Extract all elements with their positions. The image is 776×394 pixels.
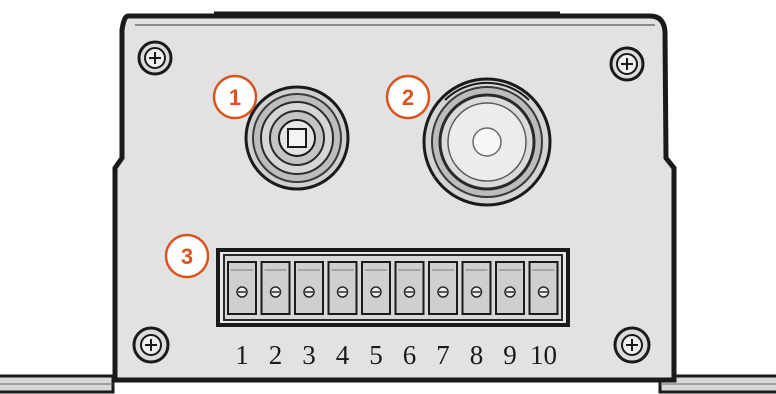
screw-top-left bbox=[137, 40, 173, 76]
device-front-panel-diagram: 1 2 3 4 5 6 7 8 9 10 1 2 3 bbox=[0, 11, 776, 394]
terminal-label-6: 6 bbox=[403, 340, 417, 370]
callout-1-label: 1 bbox=[229, 85, 241, 110]
terminal-3 bbox=[294, 261, 324, 315]
terminal-label-3: 3 bbox=[302, 340, 316, 370]
terminal-block bbox=[216, 248, 570, 327]
screw-top-right bbox=[609, 46, 645, 82]
callout-2-label: 2 bbox=[402, 85, 414, 110]
terminal-1 bbox=[227, 261, 257, 315]
terminal-label-5: 5 bbox=[369, 340, 383, 370]
terminal-label-8: 8 bbox=[470, 340, 484, 370]
bnc-connector bbox=[422, 77, 552, 207]
terminal-9 bbox=[495, 261, 525, 315]
screw-bottom-left bbox=[132, 326, 170, 364]
terminal-4 bbox=[327, 261, 358, 315]
terminal-8 bbox=[461, 261, 492, 315]
terminal-5 bbox=[361, 261, 391, 315]
callout-1: 1 bbox=[212, 74, 258, 120]
terminal-7 bbox=[428, 261, 458, 315]
callout-3-label: 3 bbox=[181, 244, 193, 269]
terminal-6 bbox=[394, 261, 425, 315]
terminal-label-2: 2 bbox=[269, 340, 283, 370]
terminal-label-7: 7 bbox=[436, 340, 450, 370]
round-jack-connector bbox=[244, 85, 350, 191]
terminal-label-4: 4 bbox=[336, 340, 350, 370]
terminal-label-1: 1 bbox=[235, 340, 249, 370]
terminal-label-10: 10 bbox=[530, 340, 557, 370]
callout-2: 2 bbox=[385, 74, 431, 120]
terminal-10 bbox=[528, 261, 559, 315]
screw-bottom-right bbox=[613, 326, 651, 364]
callout-3: 3 bbox=[164, 233, 210, 279]
terminal-2 bbox=[260, 261, 291, 315]
terminal-label-9: 9 bbox=[503, 340, 517, 370]
